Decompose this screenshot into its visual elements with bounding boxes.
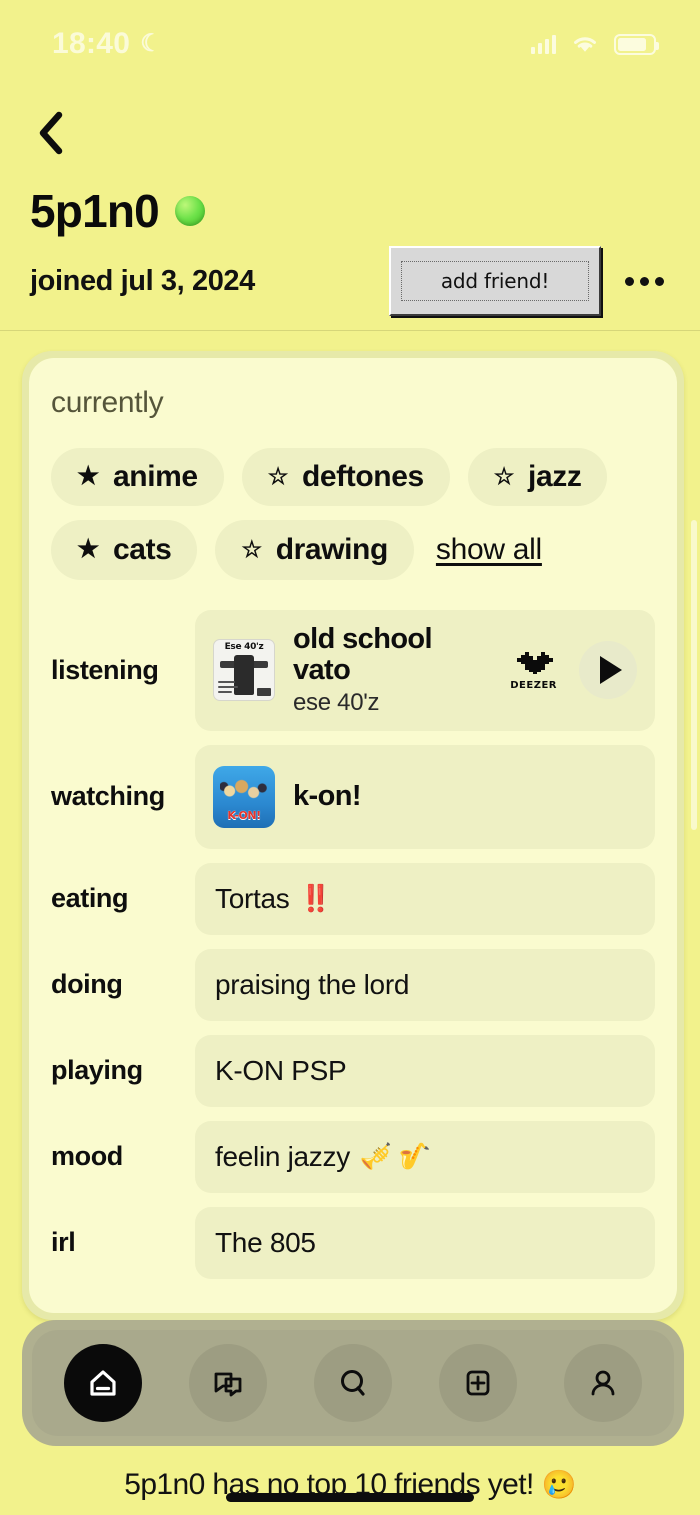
status-row-watching: watching K-ON! k-on!: [51, 744, 655, 849]
show-thumbnail-logo: K-ON!: [227, 808, 261, 822]
status-indicators: [530, 33, 659, 55]
star-outline-icon: ☆: [493, 463, 515, 490]
interest-tag-cats[interactable]: ★ cats: [51, 519, 198, 580]
online-status-dot: [174, 196, 205, 226]
status-row-listening: listening Ese 40'z old school vato ese 4…: [51, 609, 655, 731]
status-row-value: The 805: [215, 1226, 316, 1258]
currently-card: currently ★ anime ☆ deftones ☆ jazz ★ ca…: [29, 358, 677, 1313]
status-row-label: irl: [51, 1227, 76, 1258]
profile-identity: 5p1n0: [30, 188, 670, 234]
profile-meta-row: joined jul 3, 2024 add friend!: [30, 246, 670, 330]
status-row-eating: eating Tortas ‼️: [51, 862, 655, 935]
currently-card-frame: currently ★ anime ☆ deftones ☆ jazz ★ ca…: [22, 351, 684, 1320]
status-row-value-container[interactable]: The 805: [195, 1206, 655, 1279]
nav-item-create[interactable]: [439, 1344, 518, 1422]
interest-tag-label: drawing: [275, 532, 389, 566]
wifi-icon: [570, 33, 600, 55]
status-row-value-container[interactable]: feelin jazzy 🎺 🎷: [195, 1120, 655, 1193]
status-time: 18:40: [52, 27, 131, 60]
interest-tag-jazz[interactable]: ☆ jazz: [467, 448, 608, 506]
album-art-title: Ese 40'z: [224, 642, 264, 653]
track-info: old school vato ese 40'z: [293, 622, 492, 717]
star-outline-icon: ☆: [267, 463, 289, 490]
page-title: 5p1n0: [30, 185, 160, 237]
interest-tag-drawing[interactable]: ☆ drawing: [215, 519, 414, 580]
add-friend-label: add friend!: [401, 261, 589, 301]
status-row-label: eating: [51, 883, 129, 914]
interest-tag-list: ★ anime ☆ deftones ☆ jazz ★ cats ☆ drawi…: [51, 448, 655, 580]
more-options-button[interactable]: [623, 267, 666, 296]
nav-item-profile[interactable]: [564, 1344, 643, 1422]
star-filled-icon: ★: [77, 462, 100, 491]
status-row-value-container[interactable]: praising the lord: [195, 948, 655, 1021]
deezer-heart-icon: DEEZER: [510, 649, 557, 691]
joined-date: joined jul 3, 2024: [30, 264, 255, 297]
watching-title: k-on!: [293, 780, 361, 813]
track-artist: ese 40'z: [293, 689, 380, 717]
back-button[interactable]: [30, 102, 90, 164]
add-friend-button[interactable]: add friend!: [389, 246, 601, 316]
status-row-playing: playing K-ON PSP: [51, 1034, 655, 1107]
status-row-value-container[interactable]: Tortas ‼️: [195, 862, 655, 935]
instrument-emoji: 🎺 🎷: [359, 1141, 431, 1172]
status-row-value: praising the lord: [215, 968, 410, 1000]
status-row-label: listening: [51, 654, 159, 685]
show-thumbnail: K-ON!: [213, 765, 275, 828]
currently-card-title: currently: [51, 386, 164, 419]
status-row-label: playing: [51, 1055, 143, 1086]
search-icon: [340, 1370, 365, 1396]
deezer-wordmark: DEEZER: [510, 680, 557, 692]
status-row-value: K-ON PSP: [215, 1054, 347, 1086]
interest-tag-label: cats: [113, 532, 172, 566]
interest-tag-label: deftones: [301, 460, 424, 493]
profile-header: 5p1n0 joined jul 3, 2024 add friend!: [0, 88, 700, 331]
play-icon: [600, 656, 622, 685]
star-filled-icon: ★: [77, 535, 100, 563]
header-divider: [0, 330, 700, 331]
status-row-label: mood: [51, 1141, 123, 1172]
watching-card[interactable]: K-ON! k-on!: [195, 744, 655, 849]
interest-tag-label: jazz: [528, 460, 582, 493]
status-time-group: 18:40 ☾: [52, 27, 162, 61]
star-outline-icon: ☆: [241, 536, 262, 562]
interest-tag-deftones[interactable]: ☆ deftones: [241, 448, 450, 506]
bottom-navigation: [32, 1330, 674, 1436]
album-art: Ese 40'z: [213, 639, 275, 702]
battery-icon: [614, 33, 659, 55]
show-all-tags-link[interactable]: show all: [432, 520, 546, 580]
double-exclamation-icon: ‼️: [299, 883, 331, 914]
chat-icon: [214, 1372, 242, 1397]
home-indicator[interactable]: [226, 1493, 474, 1502]
nav-item-search[interactable]: [313, 1344, 392, 1422]
status-row-mood: mood feelin jazzy 🎺 🎷: [51, 1120, 655, 1193]
status-bar: 18:40 ☾: [0, 0, 700, 88]
plus-box-icon: [466, 1370, 490, 1396]
more-horizontal-icon: [625, 276, 634, 286]
status-row-value-container[interactable]: K-ON PSP: [195, 1034, 655, 1107]
interest-tag-anime[interactable]: ★ anime: [51, 448, 224, 506]
bottom-navigation-frame: [22, 1320, 684, 1446]
status-row-label: doing: [51, 969, 123, 1000]
home-icon: [89, 1370, 116, 1396]
status-row-doing: doing praising the lord: [51, 948, 655, 1021]
now-playing-card[interactable]: Ese 40'z old school vato ese 40'z DEEZER: [195, 609, 655, 731]
status-row-label: watching: [51, 781, 165, 812]
person-icon: [591, 1370, 615, 1396]
header-actions: add friend!: [389, 246, 666, 316]
status-row-list: listening Ese 40'z old school vato ese 4…: [51, 609, 655, 1279]
vertical-scrollbar[interactable]: [691, 520, 697, 830]
play-button[interactable]: [579, 641, 637, 700]
crescent-moon-icon: ☾: [140, 30, 163, 57]
cellular-signal-icon: [530, 34, 556, 54]
status-row-value: Tortas: [215, 882, 290, 914]
track-title: old school vato: [293, 622, 433, 687]
interest-tag-label: anime: [113, 460, 198, 493]
holding-back-tears-emoji: 🥲: [541, 1469, 576, 1500]
nav-item-chat[interactable]: [188, 1344, 267, 1422]
status-row-irl: irl The 805: [51, 1206, 655, 1279]
status-row-value: feelin jazzy: [215, 1140, 350, 1172]
nav-item-home[interactable]: [63, 1344, 142, 1422]
